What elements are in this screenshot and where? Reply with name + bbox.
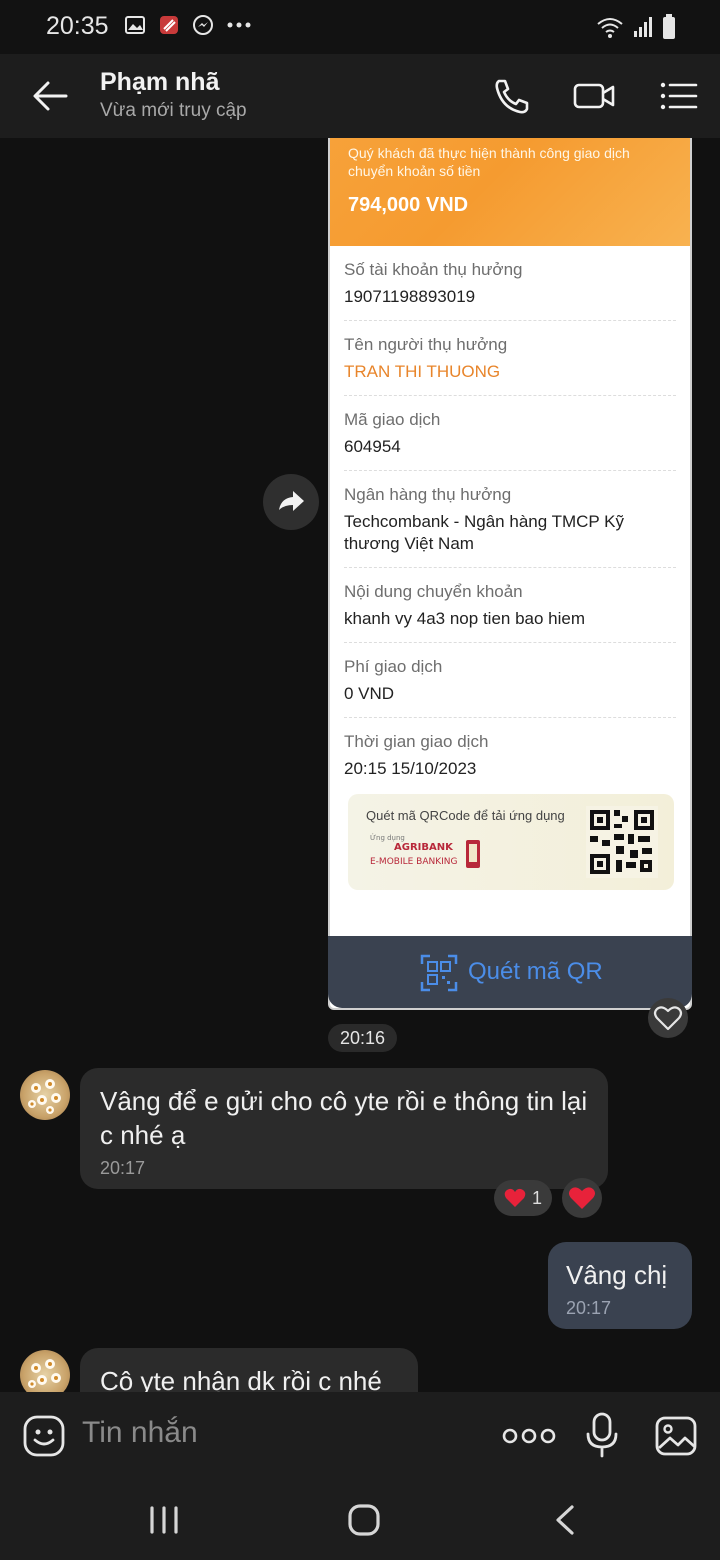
receipt-timestamp: 20:16 <box>328 1024 398 1052</box>
avatar[interactable] <box>20 1350 70 1392</box>
messenger-icon <box>193 15 213 35</box>
video-call-icon[interactable] <box>572 76 616 116</box>
row-value: 20:15 15/10/2023 <box>344 759 477 778</box>
menu-icon[interactable] <box>656 76 700 116</box>
message-input[interactable]: Tin nhắn <box>82 1416 198 1450</box>
message-bubble-incoming[interactable]: Vâng để e gửi cho cô yte rồi e thông tin… <box>80 1068 608 1189</box>
scan-qr-label: Quét mã QR <box>468 958 603 985</box>
back-nav-icon[interactable] <box>546 1502 586 1538</box>
share-forward-icon <box>279 491 304 511</box>
reaction-summary[interactable]: 1 <box>494 1180 553 1216</box>
receipt-row: Phí giao dịch 0 VND <box>344 643 676 718</box>
heart-icon <box>504 1188 526 1207</box>
message-time: 20:17 <box>566 1298 612 1318</box>
receipt-message: Quý khách đã thực hiện thành công giao d… <box>348 145 630 179</box>
agribank-brand-text: AGRIBANK <box>394 842 454 853</box>
battery-icon <box>663 14 675 39</box>
contact-status: Vừa mới truy cập <box>100 100 247 121</box>
flower-avatar-image <box>28 1079 61 1114</box>
row-value: 0 VND <box>344 684 395 703</box>
react-heart-button[interactable] <box>562 1178 602 1218</box>
qr-code-image <box>586 806 658 878</box>
chat-area[interactable]: Quý khách đã thực hiện thành công giao d… <box>0 138 720 1392</box>
row-label: Thời gian giao dịch <box>344 732 489 751</box>
app-icon <box>160 16 178 34</box>
gallery-icon <box>125 16 145 34</box>
row-value: 19071198893019 <box>344 287 476 306</box>
avatar[interactable] <box>20 1070 70 1120</box>
message-text: Vâng để e gửi cho cô yte rồi e thông tin… <box>100 1086 588 1150</box>
receipt-row: Nội dung chuyển khoản khanh vy 4a3 nop t… <box>344 568 676 643</box>
agribank-logo: Ứng dụng AGRIBANK E-MOBILE BANKING <box>370 833 480 868</box>
status-system-icons <box>596 14 676 40</box>
message-text: Cô yte nhận dk rồi c nhé <box>100 1366 382 1392</box>
receipt-row: Mã giao dịch 604954 <box>344 396 676 471</box>
row-label: Số tài khoản thụ hưởng <box>344 260 523 279</box>
agribank-small-text: Ứng dụng <box>370 833 405 842</box>
back-arrow-icon[interactable] <box>30 78 70 114</box>
image-picker-icon[interactable] <box>654 1414 698 1458</box>
status-time: 20:35 <box>46 12 109 40</box>
qr-scan-icon <box>420 954 458 992</box>
heart-outline-icon <box>653 1006 683 1031</box>
status-bar: 20:35 <box>0 0 720 54</box>
row-label: Mã giao dịch <box>344 410 441 429</box>
chat-header: Phạm nhã Vừa mới truy cập <box>0 54 720 138</box>
row-value: 604954 <box>344 437 401 456</box>
recent-apps-icon[interactable] <box>144 1502 184 1538</box>
agribank-product-text: E-MOBILE BANKING <box>370 857 458 867</box>
scan-qr-button[interactable]: Quét mã QR <box>328 936 692 1008</box>
signal-icon <box>634 17 652 37</box>
row-label: Tên người thụ hưởng <box>344 335 508 354</box>
emoji-icon[interactable] <box>22 1414 66 1458</box>
receipt-row: Số tài khoản thụ hưởng 19071198893019 <box>344 246 676 321</box>
message-bubble-outgoing[interactable]: Vâng chị 20:17 <box>548 1242 692 1329</box>
message-time: 20:17 <box>100 1158 146 1178</box>
message-composer: Tin nhắn <box>0 1392 720 1480</box>
reaction-count: 1 <box>532 1187 543 1208</box>
phone-icon[interactable] <box>490 76 534 116</box>
contact-name[interactable]: Phạm nhã <box>100 68 219 97</box>
receipt-amount: 794,000 VND <box>348 194 469 216</box>
heart-icon <box>569 1187 595 1209</box>
row-value: khanh vy 4a3 nop tien bao hiem <box>344 609 586 628</box>
wifi-icon <box>597 18 623 38</box>
react-button[interactable] <box>648 998 688 1038</box>
row-label: Nội dung chuyển khoản <box>344 582 523 601</box>
row-value: Techcombank - Ngân hàng TMCP Kỹ thương V… <box>344 512 625 553</box>
more-options-icon[interactable] <box>502 1422 556 1450</box>
row-label: Ngân hàng thụ hưởng <box>344 485 512 504</box>
transfer-receipt-image[interactable]: Quý khách đã thực hiện thành công giao d… <box>328 138 692 1010</box>
qr-banner-text: Quét mã QRCode để tải ứng dụng <box>366 808 565 823</box>
mic-icon[interactable] <box>584 1412 620 1458</box>
row-label: Phí giao dịch <box>344 657 443 676</box>
receipt-row: Thời gian giao dịch 20:15 15/10/2023 <box>344 718 676 792</box>
system-nav-bar <box>0 1480 720 1560</box>
message-text: Vâng chị <box>566 1260 668 1290</box>
flower-avatar-image <box>28 1359 61 1388</box>
receipt-row: Ngân hàng thụ hưởng Techcombank - Ngân h… <box>344 471 676 568</box>
qr-download-banner: Quét mã QRCode để tải ứng dụng Ứng dụng … <box>348 794 674 890</box>
forward-button[interactable] <box>263 474 319 530</box>
home-icon[interactable] <box>344 1502 384 1538</box>
more-dots-icon <box>227 22 251 28</box>
receipt-row: Tên người thụ hưởng TRAN THI THUONG <box>344 321 676 396</box>
row-value: TRAN THI THUONG <box>344 362 501 381</box>
receipt-details: Số tài khoản thụ hưởng 19071198893019 Tê… <box>330 246 690 792</box>
receipt-header: Quý khách đã thực hiện thành công giao d… <box>330 138 690 246</box>
message-bubble-incoming[interactable]: Cô yte nhận dk rồi c nhé <box>80 1348 418 1392</box>
status-notification-icons <box>124 14 252 36</box>
